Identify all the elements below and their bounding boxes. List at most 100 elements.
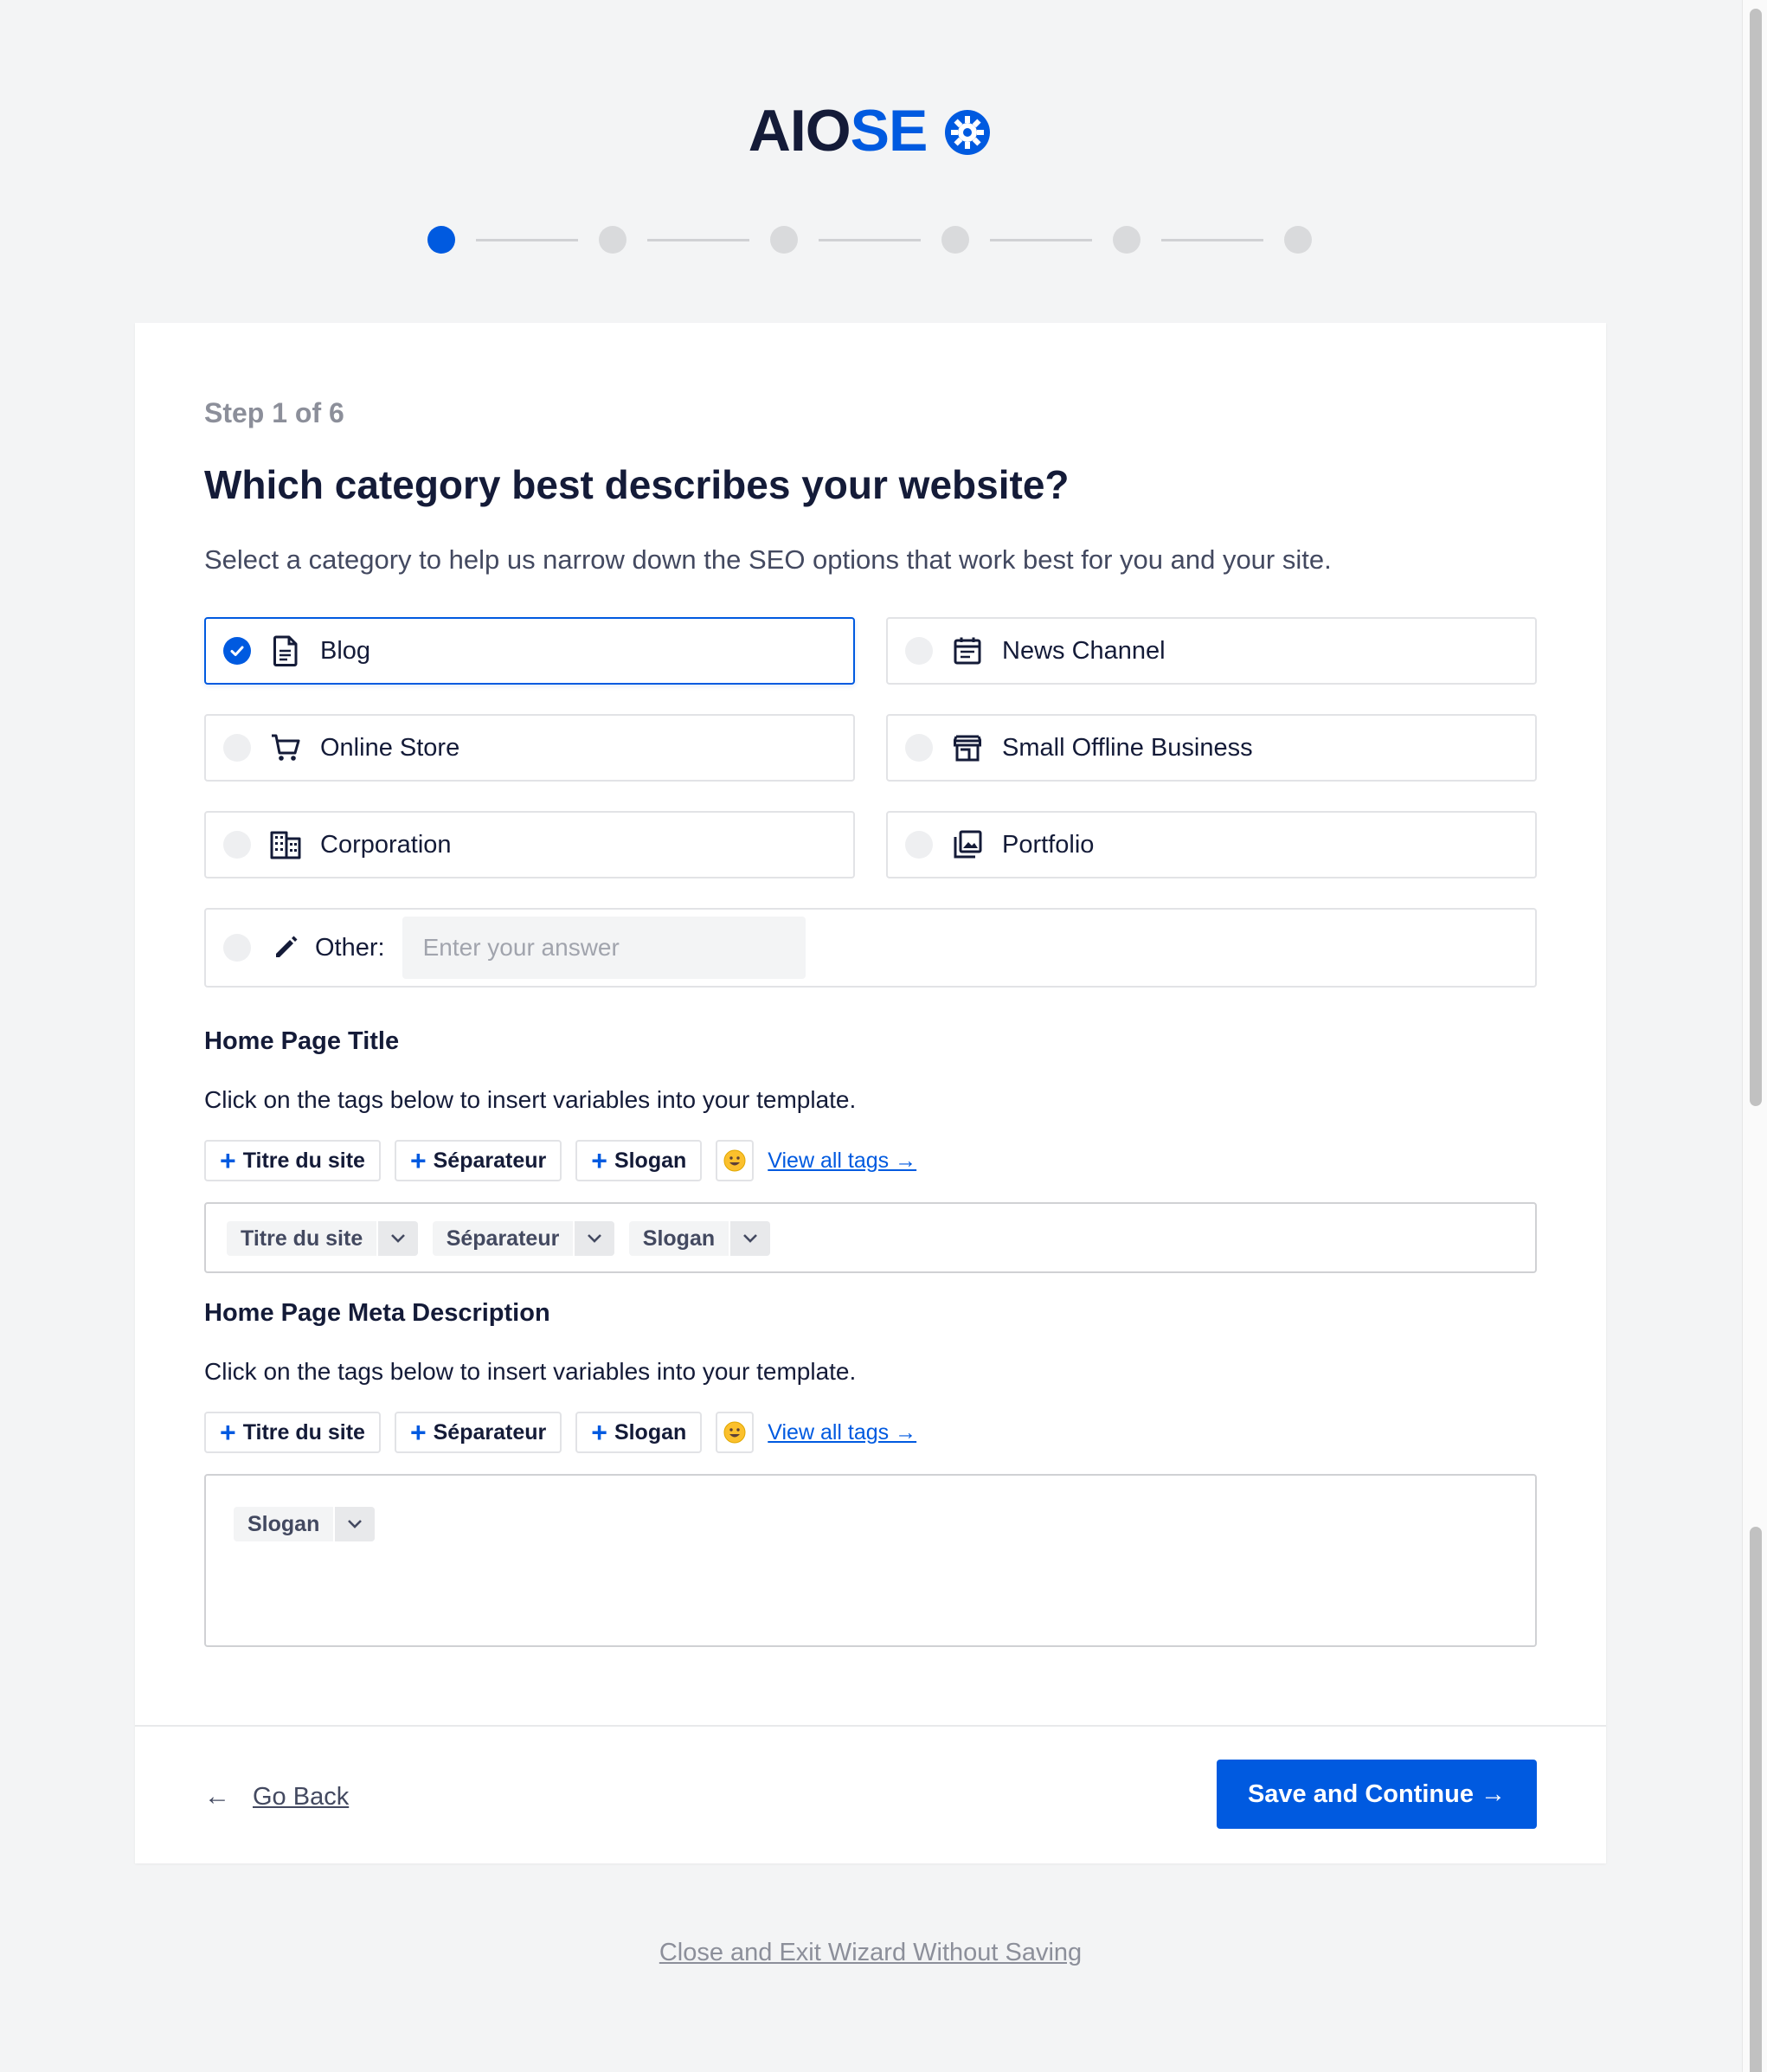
insert-tag-slogan-button[interactable]: + Slogan (575, 1412, 703, 1453)
emoji-picker-button[interactable] (716, 1140, 755, 1181)
step-dot-2 (599, 226, 626, 254)
radio-icon[interactable] (905, 734, 933, 762)
home-page-title-help: Click on the tags below to insert variab… (204, 1086, 857, 1113)
category-label: Blog (320, 636, 371, 665)
scrollbar-thumb-lower[interactable] (1750, 1527, 1762, 2072)
wizard-stepper (427, 225, 1312, 254)
logo-text-aio: AIO (748, 98, 851, 164)
other-label: Other: (315, 933, 385, 962)
home-meta-tag-row: + Titre du site + Séparateur + Slogan View … (204, 1412, 916, 1453)
radio-checked-icon[interactable] (223, 637, 251, 665)
category-label: Portfolio (1002, 830, 1095, 859)
category-label: News Channel (1002, 636, 1166, 665)
category-option-portfolio[interactable]: Portfolio (886, 811, 1537, 878)
view-all-tags-link[interactable]: View all tags → (768, 1420, 916, 1445)
go-back-link[interactable]: ← Go Back (204, 1782, 349, 1811)
category-option-corporation[interactable]: Corporation (204, 811, 855, 878)
radio-icon[interactable] (223, 831, 251, 859)
step-dot-4 (941, 226, 969, 254)
insert-tag-titre-du-site-button[interactable]: + Titre du site (204, 1412, 381, 1453)
home-page-title-label: Home Page Title (204, 1027, 400, 1055)
step-dot-6 (1284, 226, 1312, 254)
chevron-down-icon[interactable] (729, 1221, 771, 1256)
step-connector (990, 238, 1092, 241)
radio-icon[interactable] (223, 934, 251, 962)
plus-icon: + (409, 1145, 427, 1176)
tag-chip[interactable]: Slogan (628, 1221, 771, 1256)
radio-icon[interactable] (223, 734, 251, 762)
go-back-label: Go Back (253, 1782, 350, 1811)
view-all-tags-link[interactable]: View all tags → (768, 1149, 916, 1174)
step-connector (819, 238, 921, 241)
insert-tag-separateur-button[interactable]: + Séparateur (394, 1412, 562, 1453)
chip-label: Titre du site (241, 1226, 363, 1251)
category-option-small-offline-business[interactable]: Small Offline Business (886, 714, 1537, 782)
save-and-continue-button[interactable]: Save and Continue → (1217, 1760, 1537, 1829)
home-page-meta-editor[interactable]: Slogan (204, 1474, 1537, 1647)
chip-label: Séparateur (446, 1226, 560, 1251)
step-label: Step 1 of 6 (204, 397, 344, 428)
pencil-icon (270, 932, 301, 963)
store-icon (952, 732, 983, 763)
category-option-news-channel[interactable]: News Channel (886, 617, 1537, 685)
plus-icon: + (409, 1417, 427, 1448)
scrollbar-thumb[interactable] (1750, 9, 1762, 1106)
plus-icon: + (220, 1145, 236, 1176)
tag-button-label: Séparateur (433, 1148, 547, 1173)
step-connector (647, 238, 749, 241)
insert-tag-separateur-button[interactable]: + Séparateur (394, 1140, 562, 1181)
tag-button-label: Slogan (614, 1148, 687, 1173)
step-dot-5 (1113, 226, 1141, 254)
logo-gear-icon (945, 110, 991, 155)
category-option-other[interactable]: Other: (204, 908, 1537, 988)
scrollbar[interactable] (1742, 0, 1767, 2072)
tag-button-label: Séparateur (433, 1419, 547, 1445)
insert-tag-slogan-button[interactable]: + Slogan (575, 1140, 703, 1181)
wizard-card: Step 1 of 6 Which category best describe… (135, 323, 1606, 1863)
document-icon (270, 635, 301, 666)
page-title: Which category best describes your websi… (204, 462, 1070, 507)
tag-chip[interactable]: Titre du site (227, 1221, 419, 1256)
category-label: Small Offline Business (1002, 733, 1253, 762)
plus-icon: + (591, 1145, 607, 1176)
category-label: Corporation (320, 830, 452, 859)
chip-label: Slogan (247, 1511, 320, 1536)
radio-icon[interactable] (905, 831, 933, 859)
tag-chip[interactable]: Séparateur (432, 1221, 615, 1256)
tag-chip[interactable]: Slogan (234, 1507, 376, 1541)
category-label: Online Store (320, 733, 460, 762)
insert-tag-titre-du-site-button[interactable]: + Titre du site (204, 1140, 381, 1181)
category-option-blog[interactable]: Blog (204, 617, 855, 685)
aioseo-logo: AIOSE (0, 97, 1741, 166)
step-connector (1161, 238, 1263, 241)
home-page-meta-label: Home Page Meta Description (204, 1299, 550, 1327)
smiley-icon (723, 1149, 746, 1172)
home-title-tag-row: + Titre du site + Séparateur + Slogan View … (204, 1140, 916, 1181)
home-page-title-editor[interactable]: Titre du site Séparateur Slogan (204, 1202, 1537, 1273)
category-option-online-store[interactable]: Online Store (204, 714, 855, 782)
building-icon (270, 829, 301, 860)
close-exit-wizard-link[interactable]: Close and Exit Wizard Without Saving (0, 1939, 1741, 1967)
cart-icon (270, 732, 301, 763)
logo-text-seo: SE (850, 98, 928, 164)
chevron-down-icon[interactable] (573, 1221, 615, 1256)
chip-label: Slogan (642, 1226, 716, 1251)
tag-button-label: Titre du site (242, 1148, 365, 1173)
radio-icon[interactable] (905, 637, 933, 665)
home-page-meta-help: Click on the tags below to insert variab… (204, 1358, 857, 1385)
tag-button-label: Slogan (614, 1419, 687, 1445)
gallery-icon (952, 829, 983, 860)
calendar-icon (952, 635, 983, 666)
other-answer-input[interactable] (402, 917, 806, 979)
tag-button-label: Titre du site (242, 1419, 365, 1445)
smiley-icon (723, 1421, 746, 1444)
chevron-down-icon[interactable] (333, 1507, 376, 1541)
plus-icon: + (591, 1417, 607, 1448)
arrow-left-icon: ← (204, 1782, 230, 1811)
step-connector (476, 238, 578, 241)
step-dot-3 (770, 226, 798, 254)
chevron-down-icon[interactable] (376, 1221, 419, 1256)
footer-divider (135, 1725, 1606, 1727)
page-subtitle: Select a category to help us narrow down… (204, 544, 1332, 575)
emoji-picker-button[interactable] (716, 1412, 755, 1453)
